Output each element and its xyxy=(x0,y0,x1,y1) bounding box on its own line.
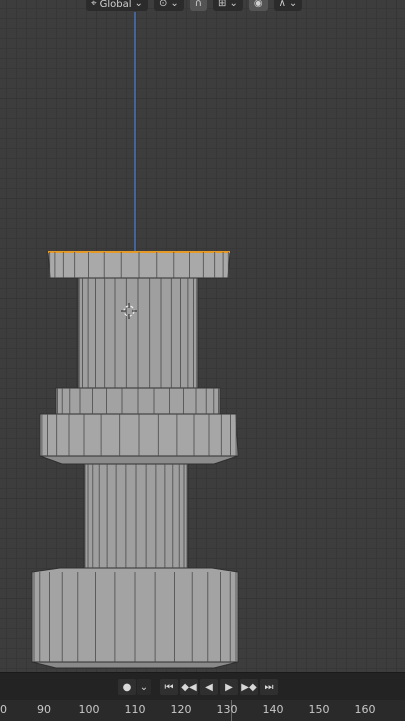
keyframe-dropdown[interactable]: ⌄ xyxy=(137,679,151,695)
scene-view xyxy=(31,12,239,669)
play-icon: ▶ xyxy=(225,681,233,693)
prev-keyframe-icon: ◆◀ xyxy=(181,681,197,693)
keyframe-button[interactable]: ● xyxy=(118,679,136,695)
frame-tick: 130 xyxy=(216,703,238,716)
jump-to-start-icon: ⏮ xyxy=(164,681,174,693)
mesh-base-bevel xyxy=(31,661,239,669)
frame-tick: 100 xyxy=(78,703,100,716)
cylinder-mesh[interactable] xyxy=(31,251,239,669)
frame-tick: 90 xyxy=(37,703,51,716)
keyframe-dot-icon: ● xyxy=(122,681,132,693)
jump-to-start-button[interactable]: ⏮ xyxy=(160,679,178,695)
frame-tick: 160 xyxy=(354,703,376,716)
next-keyframe-icon: ▶◆ xyxy=(241,681,257,693)
jump-to-end-icon: ⏭ xyxy=(264,681,274,693)
frame-tick: 150 xyxy=(308,703,330,716)
frame-tick: 80 xyxy=(0,703,7,716)
frame-tick: 140 xyxy=(262,703,284,716)
play-reverse-icon: ◀ xyxy=(205,681,213,693)
playback-controls: ● ⌄ ⏮ ◆◀ ◀ ▶ ▶◆ ⏭ xyxy=(0,677,405,697)
chevron-down-icon: ⌄ xyxy=(139,681,149,693)
timeline-editor: ● ⌄ ⏮ ◆◀ ◀ ▶ ▶◆ ⏭ 80 90 100 110 120 130 … xyxy=(0,672,405,721)
jump-to-end-button[interactable]: ⏭ xyxy=(260,679,278,695)
frame-tick: 120 xyxy=(170,703,192,716)
mesh-mid-disc-bevel xyxy=(39,455,239,465)
play-button[interactable]: ▶ xyxy=(220,679,238,695)
frame-ruler[interactable]: 80 90 100 110 120 130 140 150 160 xyxy=(0,700,405,721)
next-keyframe-button[interactable]: ▶◆ xyxy=(240,679,258,695)
frame-tick: 110 xyxy=(124,703,146,716)
play-reverse-button[interactable]: ◀ xyxy=(200,679,218,695)
prev-keyframe-button[interactable]: ◆◀ xyxy=(180,679,198,695)
